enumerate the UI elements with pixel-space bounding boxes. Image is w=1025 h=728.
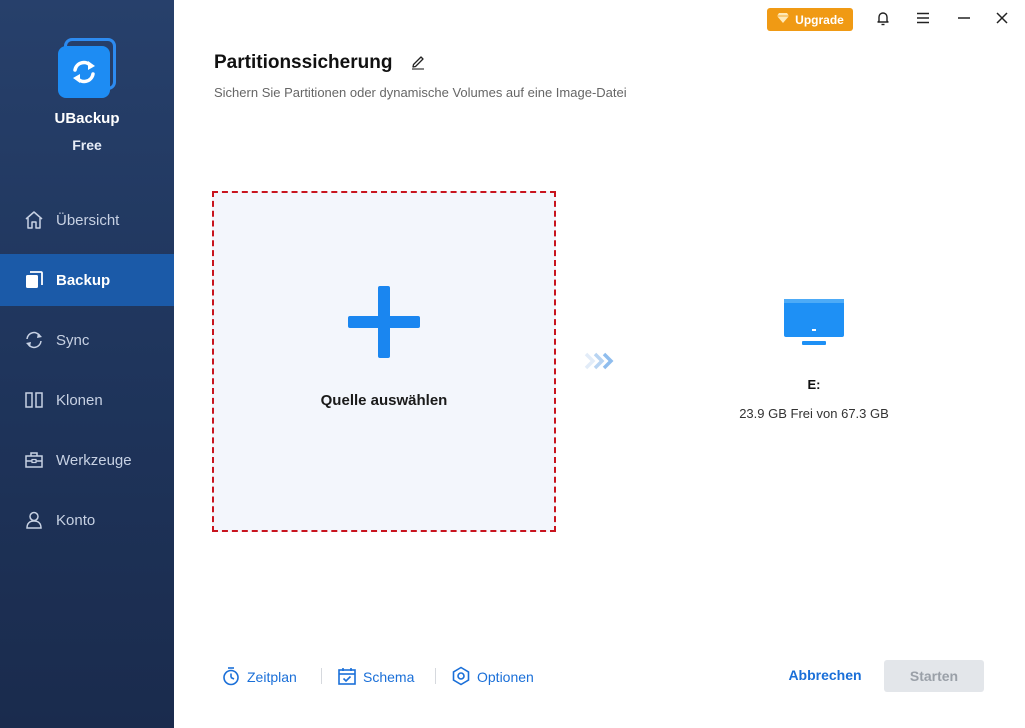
scheme-button[interactable]: Schema xyxy=(337,665,414,689)
clone-icon xyxy=(24,390,44,410)
stopwatch-icon xyxy=(221,666,241,689)
start-button[interactable]: Starten xyxy=(884,660,984,692)
sidebar-item-clone[interactable]: Klonen xyxy=(0,374,174,426)
upgrade-label: Upgrade xyxy=(795,12,844,27)
notification-button[interactable] xyxy=(871,8,895,32)
direction-arrows-icon xyxy=(584,351,616,376)
destination-free-space: 23.9 GB Frei von 67.3 GB xyxy=(739,406,889,421)
sidebar-item-sync[interactable]: Sync xyxy=(0,314,174,366)
close-window-button[interactable] xyxy=(990,8,1014,32)
sidebar-item-label: Backup xyxy=(56,271,111,289)
hamburger-menu-icon xyxy=(916,11,930,29)
close-icon xyxy=(996,11,1008,29)
sidebar-item-label: Konto xyxy=(56,511,96,529)
user-icon xyxy=(24,510,44,530)
sidebar-item-overview[interactable]: Übersicht xyxy=(0,194,174,246)
sidebar-item-backup[interactable]: Backup xyxy=(0,254,174,306)
menu-button[interactable] xyxy=(911,8,935,32)
page-title: Partitionssicherung xyxy=(214,52,393,73)
schedule-button[interactable]: Zeitplan xyxy=(221,665,297,689)
options-button[interactable]: Optionen xyxy=(451,665,534,689)
sidebar-item-label: Klonen xyxy=(56,391,103,409)
edit-title-button[interactable] xyxy=(410,54,426,75)
gear-icon xyxy=(451,666,471,689)
sidebar: UBackup Free Übersicht Backup Sync Klone… xyxy=(0,0,174,728)
app-name: UBackup xyxy=(54,110,120,127)
sidebar-item-label: Werkzeuge xyxy=(56,451,132,469)
upgrade-button[interactable]: Upgrade xyxy=(767,8,853,31)
diamond-icon xyxy=(776,12,790,27)
home-icon xyxy=(24,210,44,230)
sidebar-item-label: Übersicht xyxy=(56,211,120,229)
page-subtitle: Sichern Sie Partitionen oder dynamische … xyxy=(214,85,627,100)
toolbox-icon xyxy=(24,450,44,470)
calendar-check-icon xyxy=(337,666,357,689)
sidebar-item-account[interactable]: Konto xyxy=(0,494,174,546)
app-edition: Free xyxy=(72,137,102,153)
footer-divider xyxy=(321,668,322,684)
minimize-icon xyxy=(957,11,971,29)
app-logo xyxy=(56,38,118,100)
cancel-button[interactable]: Abbrechen xyxy=(780,667,870,683)
pencil-icon xyxy=(410,56,426,74)
options-label: Optionen xyxy=(477,669,534,685)
select-source-label[interactable]: Quelle auswählen xyxy=(212,392,556,409)
plus-icon[interactable] xyxy=(346,284,422,365)
sidebar-item-label: Sync xyxy=(56,331,90,349)
backup-icon xyxy=(24,270,44,290)
sidebar-item-tools[interactable]: Werkzeuge xyxy=(0,434,174,486)
bell-icon xyxy=(875,10,891,31)
schedule-label: Zeitplan xyxy=(247,669,297,685)
scheme-label: Schema xyxy=(363,669,415,685)
sync-icon xyxy=(24,330,44,350)
footer-divider xyxy=(435,668,436,684)
destination-name: E: xyxy=(807,377,821,392)
monitor-icon[interactable] xyxy=(782,297,846,354)
minimize-button[interactable] xyxy=(952,8,976,32)
